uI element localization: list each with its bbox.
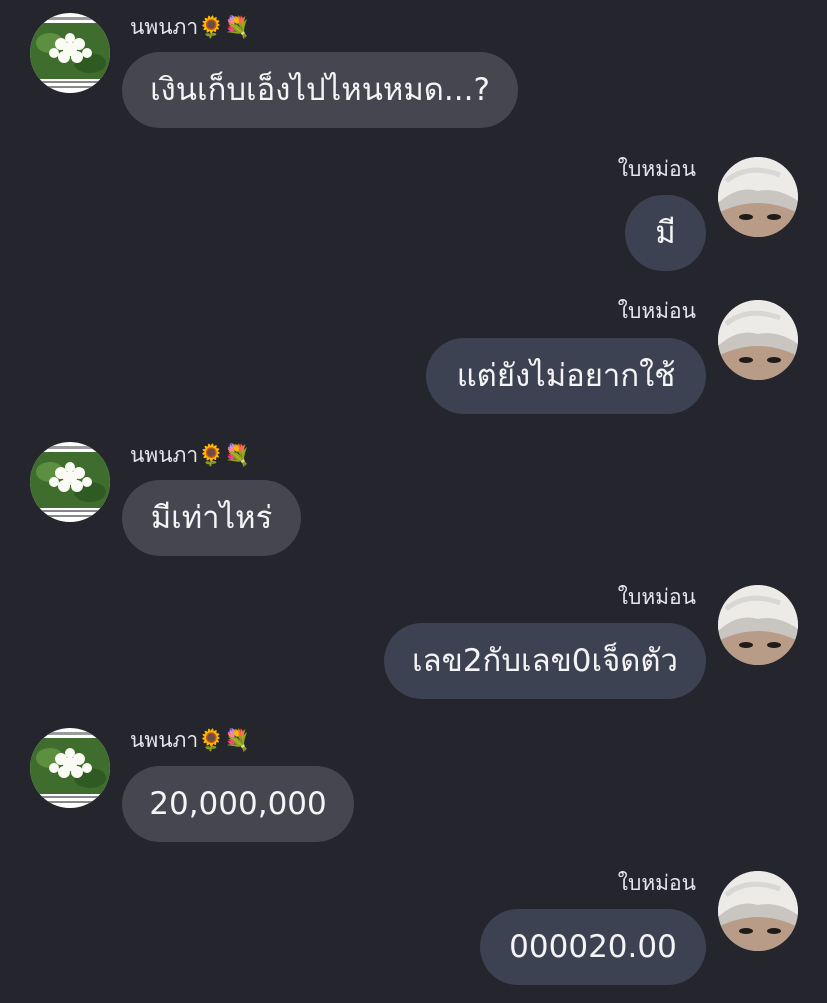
sender-name: ใบหม่อน xyxy=(617,299,696,323)
chat-message-incoming: นพนภา🌻💐 20,000,000 xyxy=(0,714,827,854)
chat-message-outgoing: ใบหม่อน แต่ยังไม่อยากใช้ xyxy=(0,285,827,425)
message-bubble[interactable]: แต่ยังไม่อยากใช้ xyxy=(426,338,706,414)
message-bubble[interactable]: 000020.00 xyxy=(480,909,706,985)
jasmine-flower-avatar-icon[interactable] xyxy=(30,442,110,522)
chat-message-incoming: นพนภา🌻💐 เงินเก็บเอ็งไปไหนหมด...? xyxy=(0,0,827,130)
sender-name: นพนภา🌻💐 xyxy=(130,15,251,39)
jasmine-flower-avatar-icon[interactable] xyxy=(30,13,110,93)
sender-name: ใบหม่อน xyxy=(617,157,696,181)
chat-message-outgoing: ใบหม่อน เลข2กับเลข0เจ็ดตัว xyxy=(0,571,827,711)
message-bubble[interactable]: มี xyxy=(625,195,706,271)
jasmine-flower-avatar-icon[interactable] xyxy=(30,728,110,808)
person-face-avatar-icon[interactable] xyxy=(718,300,798,380)
message-bubble[interactable]: 20,000,000 xyxy=(122,766,354,842)
message-bubble[interactable]: เงินเก็บเอ็งไปไหนหมด...? xyxy=(122,52,518,128)
sender-name: ใบหม่อน xyxy=(617,871,696,895)
message-bubble[interactable]: เลข2กับเลข0เจ็ดตัว xyxy=(384,623,706,699)
sender-name: นพนภา🌻💐 xyxy=(130,443,251,467)
chat-message-outgoing: ใบหม่อน มี xyxy=(0,142,827,282)
person-face-avatar-icon[interactable] xyxy=(718,871,798,951)
chat-message-outgoing: ใบหม่อน 000020.00 xyxy=(0,857,827,997)
person-face-avatar-icon[interactable] xyxy=(718,157,798,237)
sender-name: ใบหม่อน xyxy=(617,585,696,609)
person-face-avatar-icon[interactable] xyxy=(718,585,798,665)
sender-name: นพนภา🌻💐 xyxy=(130,728,251,752)
message-bubble[interactable]: มีเท่าไหร่ xyxy=(122,480,301,556)
chat-message-incoming: นพนภา🌻💐 มีเท่าไหร่ xyxy=(0,428,827,568)
